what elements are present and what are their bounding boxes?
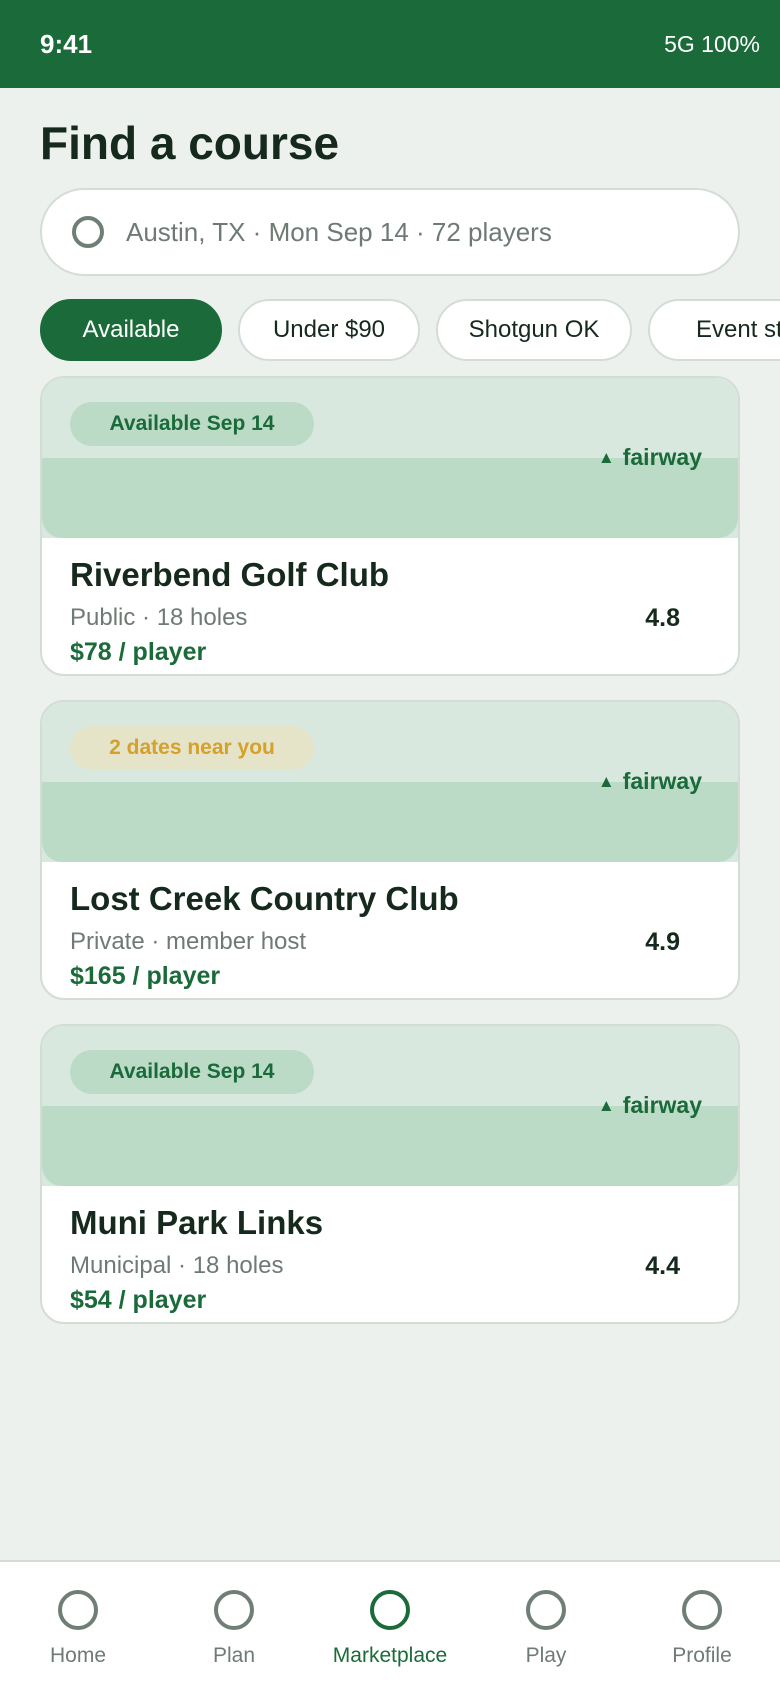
course-hero-image: Available Sep 14 ▲ fairway xyxy=(42,1026,738,1186)
fairway-label: fairway xyxy=(622,1092,702,1118)
course-card[interactable]: 2 dates near you ▲ fairway Lost Creek Co… xyxy=(40,700,740,1000)
availability-badge: Available Sep 14 xyxy=(70,1050,314,1094)
plan-icon xyxy=(214,1590,254,1630)
course-card[interactable]: Available Sep 14 ▲ fairway Riverbend Gol… xyxy=(40,376,740,676)
tab-label: Profile xyxy=(672,1644,732,1667)
tab-plan[interactable]: Plan xyxy=(156,1562,312,1688)
course-price: $54 / player xyxy=(70,1286,207,1314)
course-rating: 4.8 xyxy=(645,604,680,632)
filter-chip-shotgun-ok[interactable]: Shotgun OK xyxy=(436,299,632,361)
tab-label: Plan xyxy=(212,1644,256,1667)
course-hero-image: Available Sep 14 ▲ fairway xyxy=(42,378,738,538)
bottom-tab-bar: Home Plan Marketplace Play Profile xyxy=(0,1560,780,1688)
filter-chip-under-90[interactable]: Under $90 xyxy=(238,299,420,361)
status-bar: 9:41 5G 100% xyxy=(0,0,780,88)
tab-label: Play xyxy=(525,1644,567,1667)
triangle-icon: ▲ xyxy=(597,771,615,791)
page-title: Find a course xyxy=(40,117,340,169)
tab-profile[interactable]: Profile xyxy=(624,1562,780,1688)
availability-badge: Available Sep 14 xyxy=(70,402,314,446)
course-hero-image: 2 dates near you ▲ fairway xyxy=(42,702,738,862)
tab-label: Home xyxy=(49,1644,107,1667)
triangle-icon: ▲ xyxy=(597,447,615,467)
course-rating: 4.4 xyxy=(645,1252,680,1280)
course-meta: Public · 18 holes xyxy=(70,604,248,631)
triangle-icon: ▲ xyxy=(597,1095,615,1115)
fairway-label: fairway xyxy=(622,444,702,470)
course-name: Lost Creek Country Club xyxy=(70,880,459,917)
tab-home[interactable]: Home xyxy=(0,1562,156,1688)
fairway-tag: ▲ fairway xyxy=(598,444,702,471)
status-time: 9:41 xyxy=(40,28,93,59)
course-card[interactable]: Available Sep 14 ▲ fairway Muni Park Lin… xyxy=(40,1024,740,1324)
tab-label: Marketplace xyxy=(332,1644,448,1667)
search-input[interactable]: Austin, TX · Mon Sep 14 · 72 players xyxy=(40,188,740,276)
home-icon xyxy=(58,1590,98,1630)
search-text: Austin, TX · Mon Sep 14 · 72 players xyxy=(126,216,552,247)
status-signal-battery: 5G 100% xyxy=(664,30,760,57)
filter-chip-available[interactable]: Available xyxy=(40,299,222,361)
course-name: Muni Park Links xyxy=(70,1204,324,1241)
profile-icon xyxy=(682,1590,722,1630)
filter-chip-event[interactable]: Event st xyxy=(648,299,780,361)
filter-chips: Available Under $90 Shotgun OK Event st xyxy=(40,299,780,361)
fairway-label: fairway xyxy=(622,768,702,794)
course-name: Riverbend Golf Club xyxy=(70,556,390,593)
marketplace-icon xyxy=(370,1590,410,1630)
fairway-tag: ▲ fairway xyxy=(598,768,702,795)
tab-marketplace[interactable]: Marketplace xyxy=(312,1562,468,1688)
course-meta: Private · member host xyxy=(70,928,307,955)
course-price: $78 / player xyxy=(70,638,207,666)
availability-badge: 2 dates near you xyxy=(70,726,314,770)
search-icon xyxy=(72,216,104,248)
tab-play[interactable]: Play xyxy=(468,1562,624,1688)
course-price: $165 / player xyxy=(70,962,221,990)
fairway-tag: ▲ fairway xyxy=(598,1092,702,1119)
course-rating: 4.9 xyxy=(645,928,680,956)
play-icon xyxy=(526,1590,566,1630)
course-meta: Municipal · 18 holes xyxy=(70,1252,284,1279)
